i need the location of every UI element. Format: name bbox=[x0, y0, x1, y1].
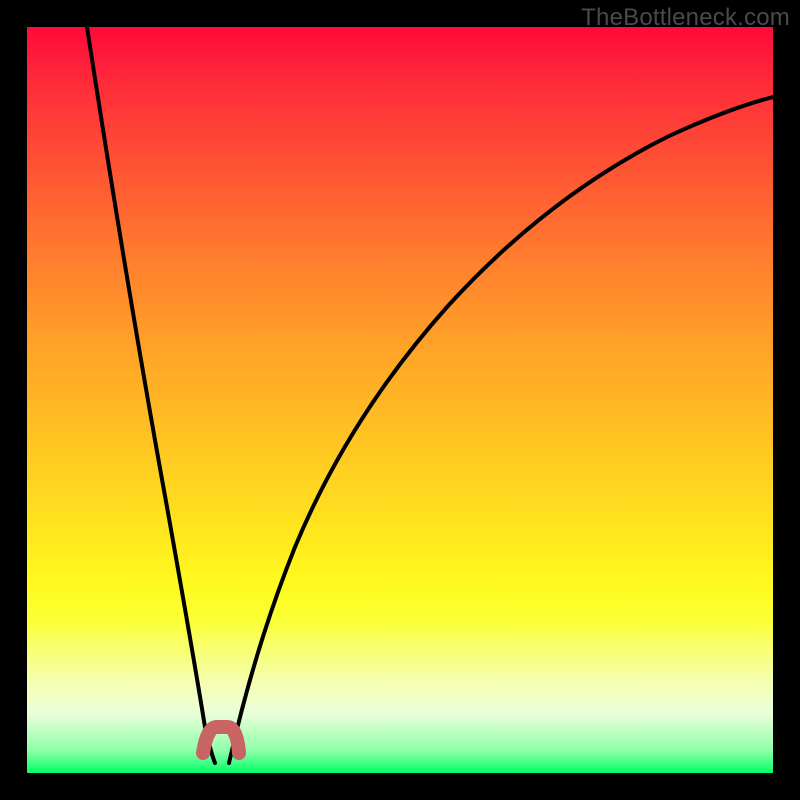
curve-bump bbox=[203, 727, 239, 753]
chart-stage: TheBottleneck.com bbox=[0, 0, 800, 800]
plot-area bbox=[27, 27, 773, 773]
curve-left-branch bbox=[87, 27, 215, 763]
watermark-text: TheBottleneck.com bbox=[581, 4, 790, 32]
curve-layer bbox=[27, 27, 773, 773]
curve-right-branch bbox=[229, 97, 773, 763]
